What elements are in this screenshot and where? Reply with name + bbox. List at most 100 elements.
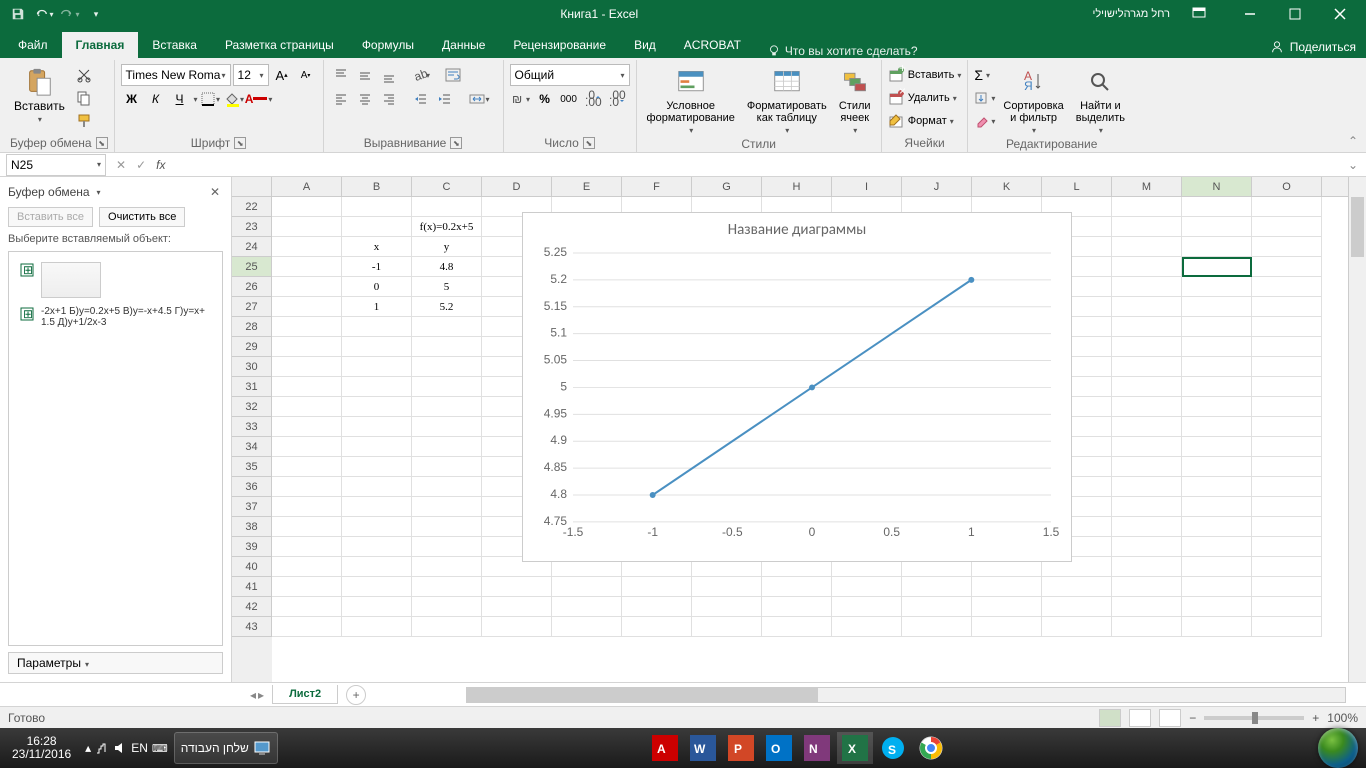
cell-N25[interactable] [1182, 257, 1252, 277]
cell-N42[interactable] [1182, 597, 1252, 617]
save-icon[interactable] [8, 4, 28, 24]
font-name-combo[interactable]: Times New Roma▾ [121, 64, 231, 86]
border-icon[interactable]: ▾ [200, 88, 222, 110]
expand-formula-icon[interactable]: ⌄ [1340, 158, 1366, 172]
cell-B31[interactable] [342, 377, 412, 397]
cell-O43[interactable] [1252, 617, 1322, 637]
cancel-formula-icon[interactable]: ✕ [112, 158, 130, 172]
cell-H41[interactable] [762, 577, 832, 597]
cell-M28[interactable] [1112, 317, 1182, 337]
merge-icon[interactable]: ▾ [466, 88, 493, 110]
cell-O41[interactable] [1252, 577, 1322, 597]
cell-B41[interactable] [342, 577, 412, 597]
cell-O32[interactable] [1252, 397, 1322, 417]
cell-M40[interactable] [1112, 557, 1182, 577]
cell-A30[interactable] [272, 357, 342, 377]
cell-O23[interactable] [1252, 217, 1322, 237]
prev-sheet-icon[interactable]: ◂ [250, 688, 256, 702]
row-header-41[interactable]: 41 [232, 577, 272, 597]
number-format-combo[interactable]: Общий▾ [510, 64, 630, 86]
taskbar-outlook-icon[interactable]: O [761, 732, 797, 764]
normal-view-icon[interactable] [1099, 709, 1121, 727]
taskbar-chrome-icon[interactable] [913, 732, 949, 764]
cell-A39[interactable] [272, 537, 342, 557]
cell-O29[interactable] [1252, 337, 1322, 357]
cell-C30[interactable] [412, 357, 482, 377]
col-header-N[interactable]: N [1182, 177, 1252, 196]
cell-N31[interactable] [1182, 377, 1252, 397]
cell-F43[interactable] [622, 617, 692, 637]
cell-C32[interactable] [412, 397, 482, 417]
cell-B24[interactable]: x [342, 237, 412, 257]
spreadsheet-grid[interactable]: ABCDEFGHIJKLMNO 222324252627282930313233… [232, 177, 1366, 682]
cell-C43[interactable] [412, 617, 482, 637]
cell-O30[interactable] [1252, 357, 1322, 377]
cell-B33[interactable] [342, 417, 412, 437]
row-header-39[interactable]: 39 [232, 537, 272, 557]
cell-F41[interactable] [622, 577, 692, 597]
cell-N27[interactable] [1182, 297, 1252, 317]
cell-N33[interactable] [1182, 417, 1252, 437]
cell-A26[interactable] [272, 277, 342, 297]
pane-options-button[interactable]: Параметры ▾ [8, 652, 223, 674]
cell-E42[interactable] [552, 597, 622, 617]
cell-M38[interactable] [1112, 517, 1182, 537]
cell-B30[interactable] [342, 357, 412, 377]
add-sheet-button[interactable]: + [346, 685, 366, 705]
next-sheet-icon[interactable]: ▸ [258, 688, 264, 702]
cell-M41[interactable] [1112, 577, 1182, 597]
cell-B38[interactable] [342, 517, 412, 537]
insert-cells-button[interactable]: +Вставить▾ [888, 64, 962, 86]
cell-N34[interactable] [1182, 437, 1252, 457]
name-box[interactable]: N25▾ [6, 154, 106, 176]
embedded-chart[interactable]: Название диаграммы 4.754.84.854.94.9555.… [522, 212, 1072, 562]
comma-icon[interactable]: 000 [558, 88, 580, 110]
row-header-30[interactable]: 30 [232, 357, 272, 377]
cell-B25[interactable]: -1 [342, 257, 412, 277]
row-header-33[interactable]: 33 [232, 417, 272, 437]
undo-icon[interactable]: ▾ [34, 4, 54, 24]
cell-F42[interactable] [622, 597, 692, 617]
taskbar-excel-icon[interactable]: X [837, 732, 873, 764]
underline-button[interactable]: Ч [169, 88, 191, 110]
row-header-40[interactable]: 40 [232, 557, 272, 577]
decrease-decimal-icon[interactable]: .00.0 [606, 88, 628, 110]
copy-icon[interactable] [73, 87, 95, 109]
cell-B40[interactable] [342, 557, 412, 577]
cell-D42[interactable] [482, 597, 552, 617]
cell-B23[interactable] [342, 217, 412, 237]
row-header-24[interactable]: 24 [232, 237, 272, 257]
wrap-text-icon[interactable] [442, 64, 464, 86]
taskbar-clock[interactable]: 16:2823/11/2016 [4, 735, 79, 761]
cell-I43[interactable] [832, 617, 902, 637]
zoom-level[interactable]: 100% [1327, 711, 1358, 725]
cell-A40[interactable] [272, 557, 342, 577]
cell-E43[interactable] [552, 617, 622, 637]
cell-O36[interactable] [1252, 477, 1322, 497]
cell-M25[interactable] [1112, 257, 1182, 277]
cell-N37[interactable] [1182, 497, 1252, 517]
col-header-F[interactable]: F [622, 177, 692, 196]
clipboard-item[interactable]: ⊞ [15, 258, 216, 302]
cell-C29[interactable] [412, 337, 482, 357]
cell-A32[interactable] [272, 397, 342, 417]
zoom-in-icon[interactable]: + [1312, 711, 1319, 725]
col-header-J[interactable]: J [902, 177, 972, 196]
col-header-H[interactable]: H [762, 177, 832, 196]
align-launcher[interactable]: ⬊ [450, 137, 462, 149]
sheet-tab[interactable]: Лист2 [272, 685, 338, 704]
tab-view[interactable]: Вид [620, 32, 670, 58]
cell-B35[interactable] [342, 457, 412, 477]
clear-button[interactable]: ▾ [974, 110, 995, 132]
find-select-button[interactable]: Найти и выделить▾ [1072, 64, 1129, 137]
row-header-27[interactable]: 27 [232, 297, 272, 317]
minimize-button[interactable] [1227, 0, 1272, 28]
percent-icon[interactable]: % [534, 88, 556, 110]
cell-B34[interactable] [342, 437, 412, 457]
cell-O38[interactable] [1252, 517, 1322, 537]
conditional-format-button[interactable]: Условное форматирование▾ [643, 64, 739, 137]
cell-B28[interactable] [342, 317, 412, 337]
cell-C40[interactable] [412, 557, 482, 577]
cell-C31[interactable] [412, 377, 482, 397]
clear-all-button[interactable]: Очистить все [99, 207, 185, 227]
